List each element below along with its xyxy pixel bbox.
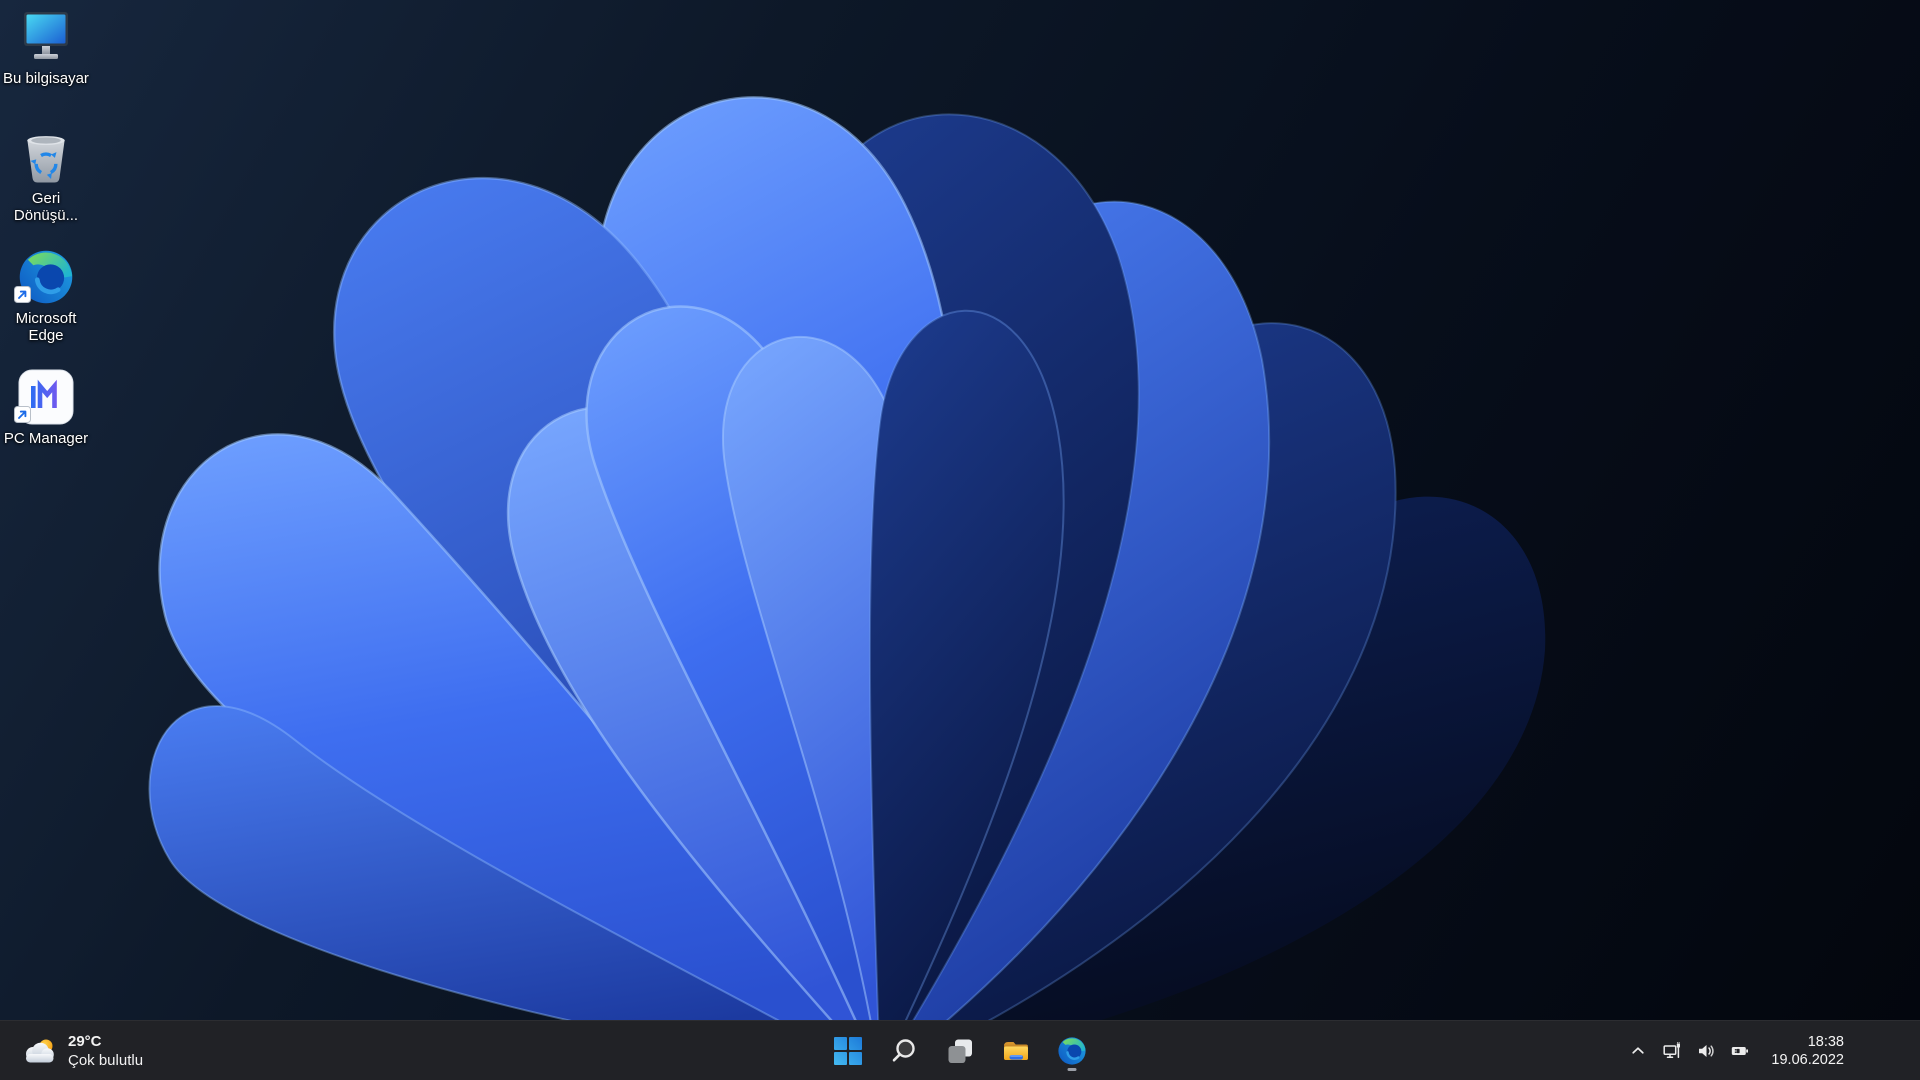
file-explorer-button[interactable] xyxy=(994,1029,1038,1073)
taskbar-center xyxy=(826,1021,1094,1080)
label-line-1: Microsoft xyxy=(15,310,77,327)
desktop-icon-label: Geri Dönüşü... xyxy=(14,190,78,224)
partly-cloudy-icon xyxy=(26,1039,54,1062)
edge-taskbar-button[interactable] xyxy=(1050,1029,1094,1073)
start-button[interactable] xyxy=(826,1029,870,1073)
volume-icon xyxy=(1699,1044,1715,1057)
hidden-icons-chevron-button[interactable] xyxy=(1621,1030,1655,1072)
desktop-icon-pc-manager[interactable]: PC Manager xyxy=(0,366,92,486)
desktop-icon-recycle-bin[interactable]: Geri Dönüşü... xyxy=(0,126,92,246)
battery-charging-icon xyxy=(1732,1046,1749,1055)
desktop-icon-this-pc[interactable]: Bu bilgisayar xyxy=(0,6,92,126)
battery-tray-button[interactable] xyxy=(1723,1030,1757,1072)
windows-desktop: Bu bilgisayar Geri Dönüşü... Microsoft E… xyxy=(0,0,1920,1080)
weather-condition: Çok bulutlu xyxy=(68,1051,144,1069)
network-tray-button[interactable] xyxy=(1655,1030,1689,1072)
search-button[interactable] xyxy=(882,1029,926,1073)
desktop-icon-label: Bu bilgisayar xyxy=(3,70,89,87)
windows-start-icon xyxy=(834,1036,862,1065)
recycle-bin-icon xyxy=(27,136,65,183)
widgets-weather-button[interactable]: 29°C Çok bulutlu xyxy=(12,1021,153,1080)
task-view-icon xyxy=(948,1039,972,1063)
file-explorer-icon xyxy=(1004,1041,1028,1060)
network-wired-icon xyxy=(1663,1041,1680,1058)
shortcut-arrow-badge xyxy=(14,286,31,308)
taskbar: 29°C Çok bulutlu 18:38 19.06.2022 xyxy=(0,1020,1920,1080)
label-line-1: Geri xyxy=(31,190,61,207)
chevron-up-icon xyxy=(1632,1046,1645,1054)
volume-tray-button[interactable] xyxy=(1689,1030,1723,1072)
desktop-icon-label: Microsoft Edge xyxy=(16,310,77,344)
clock-time: 18:38 xyxy=(1807,1033,1844,1050)
edge-icon xyxy=(1058,1036,1086,1065)
shortcut-arrow-badge xyxy=(14,406,31,428)
label-line-2: Edge xyxy=(28,327,64,344)
desktop-icon-microsoft-edge[interactable]: Microsoft Edge xyxy=(0,246,92,366)
weather-text: 29°C Çok bulutlu xyxy=(68,1032,143,1070)
label-line-1: PC Manager xyxy=(3,430,89,447)
running-app-indicator xyxy=(1067,1067,1077,1071)
task-view-button[interactable] xyxy=(938,1029,982,1073)
desktop-icon-label: PC Manager xyxy=(4,430,88,447)
desktop-icon-column: Bu bilgisayar Geri Dönüşü... Microsoft E… xyxy=(0,6,92,486)
search-icon xyxy=(892,1038,915,1062)
weather-temperature: 29°C xyxy=(68,1032,102,1050)
label-line-2: Dönüşü... xyxy=(13,207,79,224)
this-pc-icon xyxy=(24,12,68,59)
wallpaper-bloom xyxy=(0,0,1920,1080)
clock[interactable]: 18:38 19.06.2022 xyxy=(1771,1033,1844,1069)
system-tray: 18:38 19.06.2022 xyxy=(1621,1021,1920,1080)
clock-date: 19.06.2022 xyxy=(1771,1051,1844,1068)
label-line-1: Bu bilgisayar xyxy=(3,70,89,87)
